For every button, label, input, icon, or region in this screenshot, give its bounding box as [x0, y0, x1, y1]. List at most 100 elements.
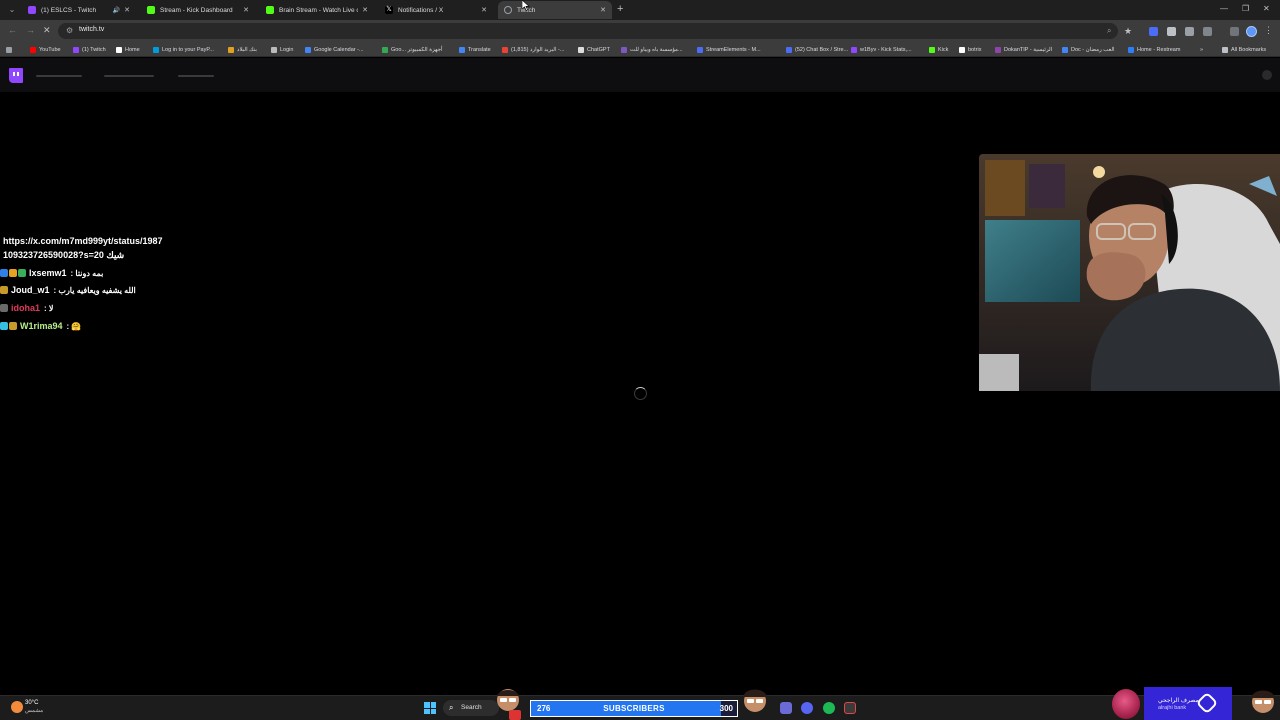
bookmark-item[interactable]: (52) Chat Box / Stre... — [786, 45, 848, 54]
minimize-icon[interactable]: — — [1220, 4, 1228, 13]
app-icon[interactable] — [780, 702, 792, 714]
address-bar[interactable]: ⚙ twitch.tv ⌕ — [58, 23, 1118, 39]
sponsor-name-arabic: مصرف الراجحي — [1158, 698, 1199, 704]
apps-grid-icon[interactable] — [6, 45, 15, 54]
bookmark-favicon-icon — [382, 46, 388, 53]
nav-skeleton — [36, 75, 82, 77]
reading-list-icon[interactable] — [1230, 27, 1239, 36]
bookmark-item[interactable]: Home - Restream — [1128, 45, 1180, 54]
browser-tab[interactable]: Brain Stream - Watch Live on K ✕ — [260, 1, 374, 19]
forward-icon[interactable]: → — [26, 25, 35, 35]
bookmark-item[interactable]: Log in to your PayP... — [153, 45, 214, 54]
weather-description[interactable]: مشمس — [25, 708, 43, 714]
close-tab-icon[interactable]: ✕ — [243, 6, 249, 14]
weather-sun-icon[interactable] — [11, 701, 23, 713]
bookmark-favicon-icon — [1128, 46, 1134, 53]
search-icon: ⌕ — [449, 703, 454, 712]
kick-icon — [266, 6, 274, 14]
app-icon[interactable] — [844, 702, 856, 714]
maximize-icon[interactable]: ❐ — [1242, 4, 1249, 13]
profile-avatar[interactable] — [1246, 26, 1257, 37]
bookmark-label: StreamElements - M... — [706, 46, 761, 53]
bookmark-item[interactable]: w1Byv - Kick Stats,... — [851, 45, 912, 54]
mascot-left-image — [497, 689, 521, 720]
extension-icon[interactable] — [1167, 27, 1176, 36]
mouse-cursor-icon — [522, 0, 530, 11]
loading-spinner — [634, 387, 647, 400]
tab-search-icon[interactable]: ⌄ — [6, 4, 18, 16]
bookmark-favicon-icon — [228, 46, 234, 53]
chat-link-line: 109323726590028?s=20 شيك — [3, 250, 125, 260]
nav-skeleton — [104, 75, 154, 77]
browser-menu-icon[interactable]: ⋮ — [1264, 25, 1273, 35]
site-info-icon[interactable]: ⚙ — [66, 26, 73, 35]
bookmark-label: Goo... أجهزة الكمبيوتر — [391, 46, 443, 53]
bookmark-item[interactable]: Translate — [459, 45, 491, 54]
bookmark-favicon-icon — [153, 46, 159, 53]
extensions-puzzle-icon[interactable] — [1203, 27, 1212, 36]
bookmark-item[interactable]: Home — [116, 45, 140, 54]
chat-message: Joud_w1: الله يشفيه ويعافيه يارب — [0, 283, 136, 297]
browser-tab[interactable]: Stream - Kick Dashboard ✕ — [141, 1, 255, 19]
discord-icon[interactable] — [801, 702, 813, 714]
chat-badge-icon — [0, 304, 8, 312]
bookmark-item[interactable]: botrix — [959, 45, 981, 54]
bookmark-item[interactable]: YouTube — [30, 45, 61, 54]
close-tab-icon[interactable]: ✕ — [124, 6, 130, 14]
close-window-icon[interactable]: ✕ — [1263, 4, 1270, 13]
bookmark-item[interactable]: DokanTIP - الرئيسية — [995, 45, 1052, 54]
url-text[interactable]: twitch.tv — [79, 26, 104, 33]
chat-username: idoha1 — [11, 303, 41, 313]
twitch-top-nav — [0, 58, 1280, 92]
more-bookmarks-icon[interactable]: » — [1200, 45, 1203, 54]
search-label: Search — [461, 704, 482, 711]
browser-tab[interactable]: (1) ESLCS - Twitch 🔊 ✕ — [22, 1, 136, 19]
close-tab-icon[interactable]: ✕ — [362, 6, 368, 14]
bookmark-item[interactable]: (1,815) البريد الوارد -... — [502, 45, 564, 54]
close-tab-icon[interactable]: ✕ — [600, 6, 606, 14]
bookmark-item[interactable]: StreamElements - M... — [697, 45, 761, 54]
sponsor-name-english: alrajhi bank — [1158, 705, 1187, 711]
browser-tab[interactable]: 𝕏 Notifications / X ✕ — [379, 1, 493, 19]
bookmark-favicon-icon — [1062, 46, 1068, 53]
tab-audio-icon[interactable]: 🔊 — [113, 7, 120, 14]
bookmark-item[interactable]: مؤسسة باه ويباو للت... — [621, 45, 683, 54]
extension-icon[interactable] — [1185, 27, 1194, 36]
spotify-icon[interactable] — [823, 702, 835, 714]
bookmark-item[interactable]: Doc - العب رمضان — [1062, 45, 1115, 54]
chat-username: W1rima94 — [20, 321, 63, 331]
windows-start-icon[interactable] — [424, 702, 436, 714]
bookmark-item[interactable]: Goo... أجهزة الكمبيوتر — [382, 45, 443, 54]
bookmark-label: Google Calendar -... — [314, 46, 364, 53]
loading-icon — [504, 6, 512, 14]
stop-loading-icon[interactable]: ✕ — [43, 25, 51, 36]
webcam-feed — [979, 154, 1280, 391]
back-icon[interactable]: ← — [8, 25, 17, 35]
chat-message: W1rima94: 🤗 — [0, 319, 81, 333]
new-tab-button[interactable]: + — [617, 3, 623, 15]
extension-icon[interactable] — [1149, 27, 1158, 36]
bookmark-item[interactable]: Login — [271, 45, 293, 54]
bookmark-favicon-icon — [697, 46, 703, 53]
close-tab-icon[interactable]: ✕ — [481, 6, 487, 14]
bookmark-item[interactable]: Kick — [929, 45, 948, 54]
chat-username: lxsemw1 — [29, 268, 67, 278]
taskbar-search[interactable]: ⌕ Search — [443, 700, 499, 716]
browser-tab[interactable]: Twitch✕ — [498, 1, 612, 19]
bookmark-item[interactable]: (1) Twitch — [73, 45, 106, 54]
bookmark-item[interactable]: Google Calendar -... — [305, 45, 364, 54]
bookmark-label: Login — [280, 46, 294, 53]
bookmark-star-icon[interactable]: ★ — [1124, 26, 1133, 36]
zoom-icon[interactable]: ⌕ — [1107, 26, 1111, 36]
bookmark-label: Kick — [938, 46, 949, 53]
bookmark-label: Doc - العب رمضان — [1071, 46, 1115, 53]
bookmarks-bar: YouTube (1) Twitch Home Log in to your PayP… — [0, 42, 1280, 57]
twitch-logo-icon[interactable] — [9, 68, 23, 83]
nav-skeleton — [178, 75, 214, 77]
weather-temperature[interactable]: 30°C — [25, 700, 38, 706]
bookmark-item[interactable]: ChatGPT — [578, 45, 610, 54]
bookmark-item[interactable]: بنك البلاد — [228, 45, 257, 54]
chat-text: : 🤗 — [66, 321, 82, 331]
all-bookmarks-folder[interactable]: All Bookmarks — [1222, 45, 1266, 54]
tab-title: Notifications / X — [398, 6, 444, 14]
